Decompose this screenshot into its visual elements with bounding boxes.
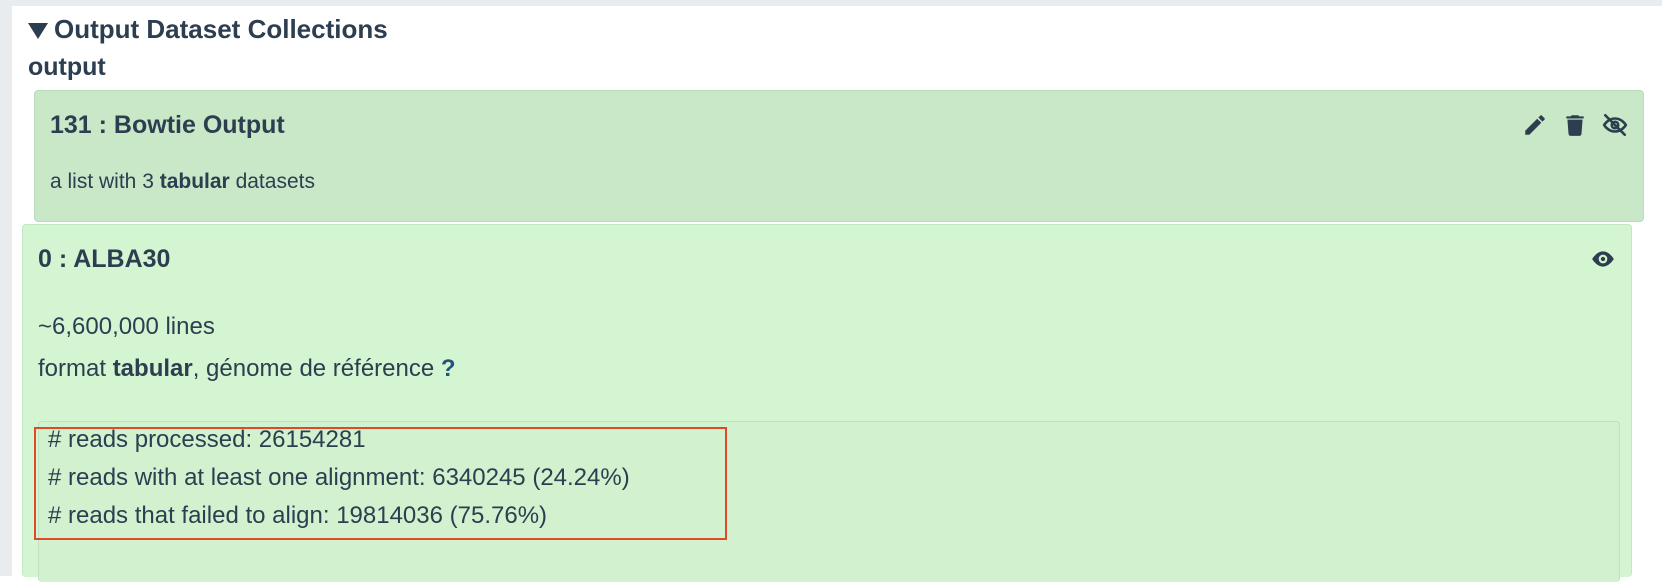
pencil-icon[interactable]: [1521, 111, 1549, 139]
section-title: Output Dataset Collections: [54, 14, 388, 44]
genome-value-link[interactable]: ?: [441, 355, 456, 382]
trash-icon[interactable]: [1561, 111, 1589, 139]
collection-actions: [1521, 111, 1629, 139]
genome-label: génome de référence: [206, 355, 441, 382]
dataset-peek: # reads processed: 26154281 # reads with…: [38, 421, 1620, 582]
desc-prefix: a list with 3: [50, 170, 160, 193]
dataset-format-info: format tabular, génome de référence ?: [38, 355, 456, 383]
format-separator: ,: [192, 355, 207, 382]
section-toggle[interactable]: Output Dataset Collections: [28, 14, 388, 45]
eye-icon[interactable]: [1589, 245, 1617, 273]
desc-suffix: datasets: [229, 170, 315, 193]
format-prefix: format: [38, 355, 113, 382]
dataset-card[interactable]: 0 : ALBA30 ~6,600,000 lines format tabul…: [22, 224, 1632, 582]
dataset-title[interactable]: 0 : ALBA30: [38, 245, 170, 274]
page-left-border: [0, 6, 12, 576]
peek-line: # reads with at least one alignment: 634…: [48, 464, 630, 491]
desc-format: tabular: [159, 170, 230, 193]
collection-description: a list with 3 tabular datasets: [50, 170, 315, 194]
collection-title[interactable]: 131 : Bowtie Output: [50, 111, 285, 140]
caret-down-icon[interactable]: [28, 22, 48, 39]
output-name-label: output: [28, 53, 106, 81]
collection-card[interactable]: 131 : Bowtie Output a list with 3 tabula…: [34, 90, 1644, 222]
dataset-line-count: ~6,600,000 lines: [38, 313, 215, 340]
eye-slash-icon[interactable]: [1601, 111, 1629, 139]
dataset-actions: [1589, 245, 1617, 273]
peek-line: # reads processed: 26154281: [48, 426, 366, 453]
peek-line: # reads that failed to align: 19814036 (…: [48, 502, 548, 529]
format-value: tabular: [112, 355, 193, 382]
